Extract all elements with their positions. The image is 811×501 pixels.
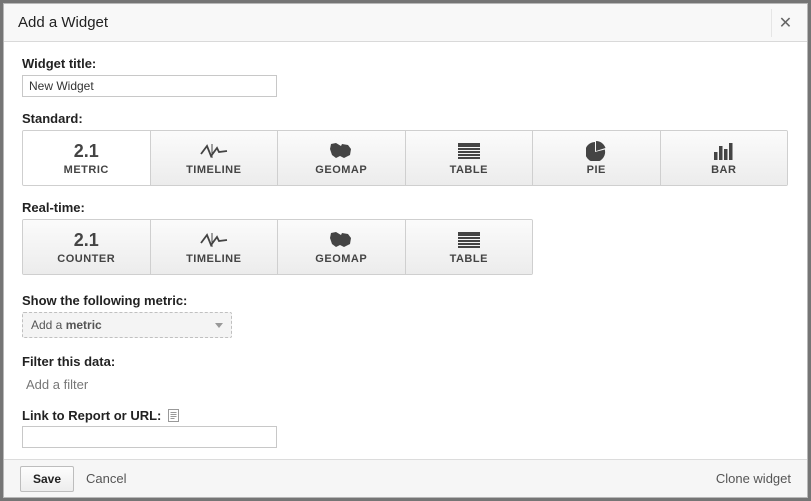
- type-label: GEOMAP: [315, 253, 367, 265]
- timeline-icon: [199, 140, 229, 162]
- geomap-icon: [328, 229, 354, 251]
- save-button[interactable]: Save: [20, 466, 74, 492]
- add-metric-text: Add a metric: [31, 318, 102, 332]
- type-label: TIMELINE: [186, 164, 241, 176]
- timeline-icon: [199, 229, 229, 251]
- link-report-row: Link to Report or URL:: [22, 408, 789, 423]
- standard-type-geomap[interactable]: GEOMAP: [277, 131, 405, 185]
- standard-type-row: 2.1 METRIC TIMELINE GEOMAP TABLE PIE BAR: [22, 130, 788, 186]
- link-report-input[interactable]: [22, 426, 277, 448]
- link-report-label: Link to Report or URL:: [22, 408, 161, 423]
- clone-widget-link[interactable]: Clone widget: [716, 471, 791, 486]
- add-filter-link[interactable]: Add a filter: [22, 373, 88, 394]
- type-label: COUNTER: [57, 253, 115, 265]
- realtime-type-row: 2.1 COUNTER TIMELINE GEOMAP TABLE: [22, 219, 533, 275]
- standard-type-bar[interactable]: BAR: [660, 131, 788, 185]
- realtime-type-counter[interactable]: 2.1 COUNTER: [23, 220, 150, 274]
- footer-left: Save Cancel: [20, 466, 127, 492]
- add-metric-dropdown[interactable]: Add a metric: [22, 312, 232, 338]
- widget-title-input[interactable]: [22, 75, 277, 97]
- dialog-footer: Save Cancel Clone widget: [4, 459, 807, 497]
- table-icon: [458, 229, 480, 251]
- dialog-title: Add a Widget: [18, 14, 108, 31]
- realtime-type-table[interactable]: TABLE: [405, 220, 533, 274]
- standard-type-table[interactable]: TABLE: [405, 131, 533, 185]
- standard-type-pie[interactable]: PIE: [532, 131, 660, 185]
- type-label: GEOMAP: [315, 164, 367, 176]
- dialog-body: Widget title: Standard: 2.1 METRIC TIMELIN…: [4, 42, 807, 459]
- type-label: PIE: [587, 164, 606, 176]
- filter-section-label: Filter this data:: [22, 354, 789, 369]
- realtime-type-geomap[interactable]: GEOMAP: [277, 220, 405, 274]
- widget-title-label: Widget title:: [22, 56, 789, 71]
- type-label: METRIC: [64, 164, 109, 176]
- number-icon: 2.1: [74, 140, 99, 162]
- add-widget-dialog: Add a Widget ✕ Widget title: Standard: 2…: [3, 3, 808, 498]
- chevron-down-icon: [215, 323, 223, 328]
- geomap-icon: [328, 140, 354, 162]
- realtime-type-timeline[interactable]: TIMELINE: [150, 220, 278, 274]
- metric-section-label: Show the following metric:: [22, 293, 789, 308]
- number-icon: 2.1: [74, 229, 99, 251]
- document-icon: [167, 409, 180, 422]
- bar-icon: [713, 140, 735, 162]
- realtime-section-label: Real-time:: [22, 200, 789, 215]
- type-label: BAR: [711, 164, 736, 176]
- close-icon: ✕: [779, 13, 792, 33]
- type-label: TABLE: [450, 164, 488, 176]
- type-label: TIMELINE: [186, 253, 241, 265]
- dialog-header: Add a Widget ✕: [4, 4, 807, 42]
- standard-section-label: Standard:: [22, 111, 789, 126]
- pie-icon: [586, 140, 606, 162]
- standard-type-timeline[interactable]: TIMELINE: [150, 131, 278, 185]
- table-icon: [458, 140, 480, 162]
- cancel-link[interactable]: Cancel: [86, 471, 126, 486]
- standard-type-metric[interactable]: 2.1 METRIC: [23, 131, 150, 185]
- close-button[interactable]: ✕: [771, 9, 799, 37]
- type-label: TABLE: [450, 253, 488, 265]
